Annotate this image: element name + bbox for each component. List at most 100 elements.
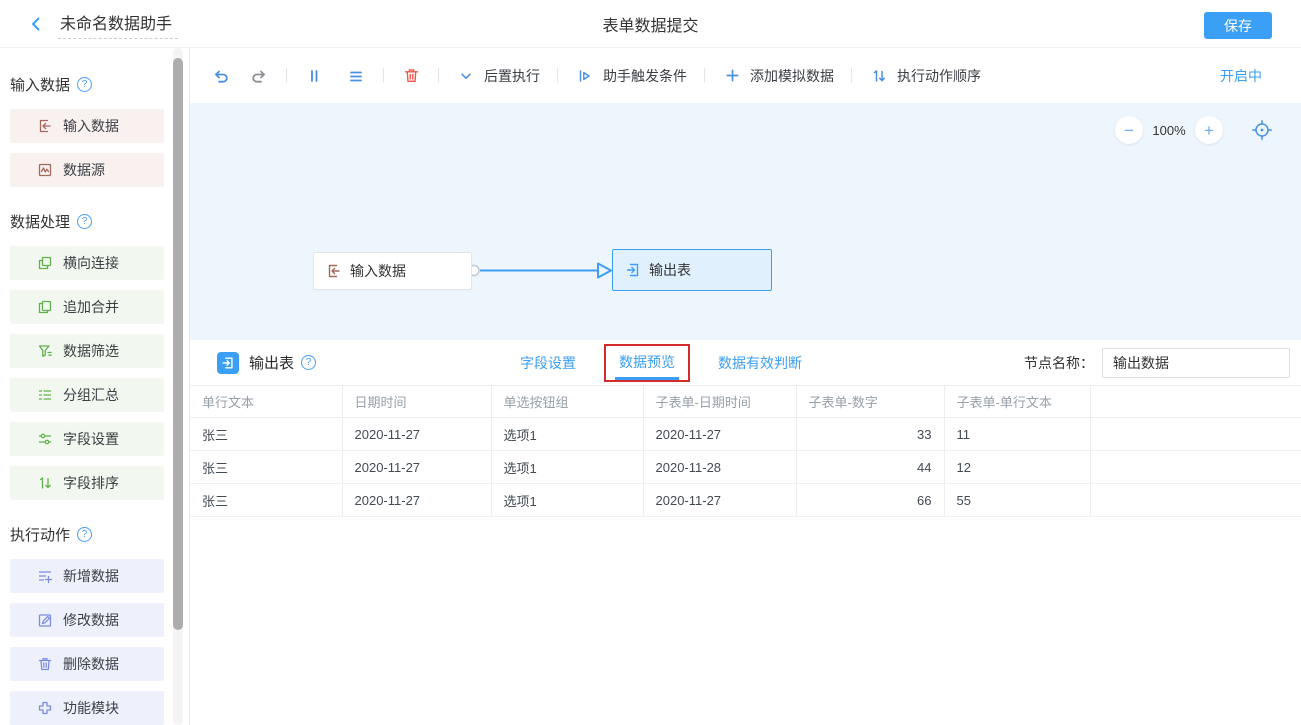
sidebar-item-field-settings[interactable]: 字段设置 — [10, 422, 164, 456]
data-source-icon — [37, 162, 53, 178]
annotation-highlight-box: 数据预览 — [604, 344, 690, 382]
node-output-label: 输出表 — [649, 260, 691, 280]
table-cell — [1090, 484, 1301, 517]
trigger-condition-button[interactable]: 助手触发条件 — [575, 66, 687, 86]
sidebar-section-process: 数据处理? 横向连接追加合并数据筛选分组汇总字段设置字段排序 — [0, 211, 189, 500]
data-filter-icon — [37, 343, 53, 359]
align-vertical-icon[interactable] — [304, 66, 324, 86]
assistant-status-toggle[interactable]: 开启中 — [1220, 66, 1262, 86]
sidebar-item-function-module[interactable]: 功能模块 — [10, 691, 164, 725]
tab-data-preview[interactable]: 数据预览 — [619, 352, 675, 372]
toolbar-divider — [438, 68, 439, 83]
sidebar-item-add-data[interactable]: 新增数据 — [10, 559, 164, 593]
sidebar-scrollbar-thumb[interactable] — [173, 58, 183, 630]
help-icon[interactable]: ? — [77, 77, 92, 92]
group-summary-icon — [37, 387, 53, 403]
sort-order-icon — [869, 66, 889, 86]
locate-icon[interactable] — [1251, 119, 1273, 141]
doc-title[interactable]: 未命名数据助手 — [58, 8, 178, 39]
sidebar-item-group-summary[interactable]: 分组汇总 — [10, 378, 164, 412]
table-cell — [1090, 451, 1301, 484]
output-table-badge-icon — [217, 352, 239, 374]
plus-icon — [722, 66, 742, 86]
sidebar-item-label: 数据源 — [63, 160, 105, 180]
table-cell: 66 — [796, 484, 944, 517]
table-header-row: 单行文本日期时间单选按钮组子表单-日期时间子表单-数字子表单-单行文本 — [190, 386, 1301, 418]
sidebar-item-field-sort[interactable]: 字段排序 — [10, 466, 164, 500]
section-label: 执行动作 — [10, 524, 70, 545]
toolbar-divider — [851, 68, 852, 83]
delete-data-icon — [37, 656, 53, 672]
flow-canvas[interactable]: 输入数据 输出表 − 100% + — [190, 103, 1301, 340]
table-cell: 2020-11-27 — [643, 484, 796, 517]
action-order-label: 执行动作顺序 — [897, 66, 981, 86]
section-label: 输入数据 — [10, 74, 70, 95]
sidebar-section-title-action: 执行动作? — [10, 524, 189, 545]
toolbar-divider — [286, 68, 287, 83]
page-title: 表单数据提交 — [0, 12, 1301, 36]
column-header: 子表单-日期时间 — [643, 386, 796, 418]
toolbar-divider — [704, 68, 705, 83]
output-panel: 输出表 ? 字段设置 数据预览 数据有效判断 节点名称： — [190, 340, 1301, 725]
node-name-input[interactable] — [1102, 348, 1290, 378]
table-cell: 55 — [944, 484, 1090, 517]
help-icon[interactable]: ? — [77, 527, 92, 542]
table-cell: 12 — [944, 451, 1090, 484]
post-execute-button[interactable]: 后置执行 — [456, 66, 540, 86]
action-order-button[interactable]: 执行动作顺序 — [869, 66, 981, 86]
delete-node-icon[interactable] — [401, 66, 421, 86]
tab-data-validity[interactable]: 数据有效判断 — [718, 353, 802, 373]
top-header: 未命名数据助手 表单数据提交 保存 — [0, 0, 1301, 48]
node-input-data[interactable]: 输入数据 — [313, 252, 472, 290]
back-icon[interactable] — [26, 14, 46, 34]
input-data-icon — [326, 263, 342, 279]
table-cell: 2020-11-27 — [643, 418, 796, 451]
sidebar-item-label: 删除数据 — [63, 654, 119, 674]
node-name-field: 节点名称： — [1024, 347, 1290, 378]
undo-icon[interactable] — [211, 66, 231, 86]
table-cell: 33 — [796, 418, 944, 451]
panel-title: 输出表 — [249, 352, 294, 373]
node-output-table[interactable]: 输出表 — [612, 249, 772, 291]
help-icon[interactable]: ? — [301, 355, 316, 370]
sidebar-item-data-filter[interactable]: 数据筛选 — [10, 334, 164, 368]
save-button[interactable]: 保存 — [1204, 12, 1272, 39]
function-module-icon — [37, 700, 53, 716]
sidebar-item-data-source[interactable]: 数据源 — [10, 153, 164, 187]
sidebar-item-append-merge[interactable]: 追加合并 — [10, 290, 164, 324]
sidebar-item-label: 分组汇总 — [63, 385, 119, 405]
redo-icon[interactable] — [249, 66, 269, 86]
sidebar-item-label: 修改数据 — [63, 610, 119, 630]
zoom-out-button[interactable]: − — [1115, 116, 1143, 144]
sidebar-section-action: 执行动作? 新增数据修改数据删除数据功能模块 — [0, 524, 189, 725]
modify-data-icon — [37, 612, 53, 628]
app: 未命名数据助手 表单数据提交 保存 输入数据?输入数据数据源数据处理?横向连接追… — [0, 0, 1301, 725]
align-horizontal-icon[interactable] — [346, 66, 366, 86]
input-data-icon — [37, 118, 53, 134]
table-cell: 张三 — [190, 418, 342, 451]
sidebar-item-modify-data[interactable]: 修改数据 — [10, 603, 164, 637]
help-icon[interactable]: ? — [77, 214, 92, 229]
sidebar-item-delete-data[interactable]: 删除数据 — [10, 647, 164, 681]
sidebar-item-label: 新增数据 — [63, 566, 119, 586]
sidebar-section-title-process: 数据处理? — [10, 211, 189, 232]
column-header: 单选按钮组 — [491, 386, 643, 418]
sidebar-item-horizontal-join[interactable]: 横向连接 — [10, 246, 164, 280]
add-mock-data-button[interactable]: 添加模拟数据 — [722, 66, 834, 86]
zoom-level: 100% — [1143, 123, 1195, 138]
tab-field-settings[interactable]: 字段设置 — [520, 353, 576, 373]
sidebar-item-input-data[interactable]: 输入数据 — [10, 109, 164, 143]
zoom-controls: − 100% + — [1115, 116, 1273, 144]
horizontal-join-icon — [37, 255, 53, 271]
table-cell: 2020-11-27 — [342, 451, 491, 484]
active-tab-underline — [615, 377, 679, 380]
table-cell: 张三 — [190, 451, 342, 484]
sidebar-item-label: 横向连接 — [63, 253, 119, 273]
table-row: 张三2020-11-27选项12020-11-273311 — [190, 418, 1301, 451]
zoom-in-button[interactable]: + — [1195, 116, 1223, 144]
preview-table: 单行文本日期时间单选按钮组子表单-日期时间子表单-数字子表单-单行文本 张三20… — [190, 385, 1301, 517]
node-input-label: 输入数据 — [350, 261, 406, 281]
sidebar-item-label: 字段设置 — [63, 429, 119, 449]
output-table-icon — [625, 262, 641, 278]
section-label: 数据处理 — [10, 211, 70, 232]
